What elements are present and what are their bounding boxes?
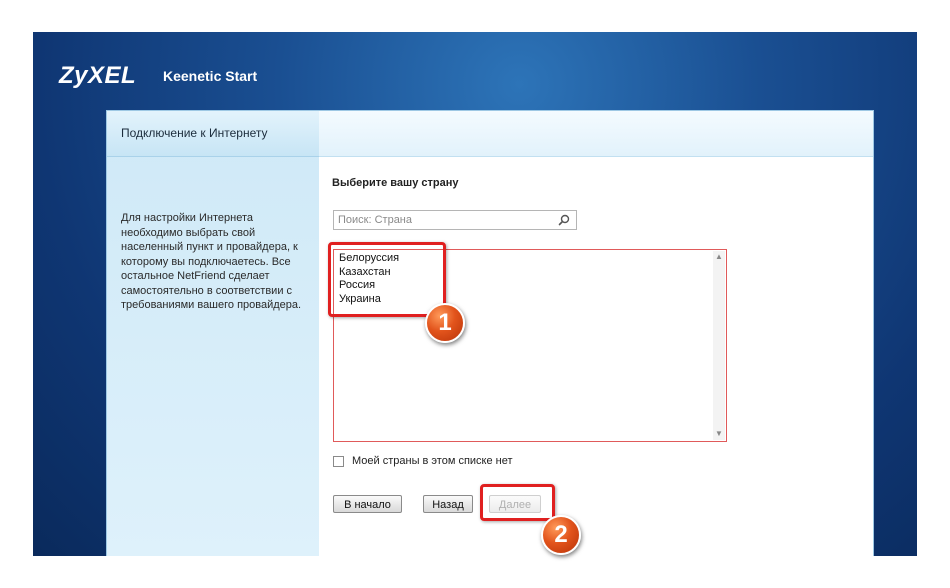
main-content: Выберите вашу страну Белоруссия Казахста… — [319, 157, 873, 556]
country-list-highlight — [328, 242, 446, 317]
sidebar-description: Для настройки Интернета необходимо выбра… — [121, 212, 302, 311]
step-marker-2: 2 — [541, 515, 581, 555]
country-missing-label[interactable]: Моей страны в этом списке нет — [352, 455, 513, 467]
start-button[interactable]: В начало — [333, 495, 402, 513]
product-name: Keenetic Start — [163, 68, 258, 84]
zyxel-logo: ZyXEL — [59, 62, 137, 89]
router-setup-window: ZyXEL Keenetic Start Подключение к Интер… — [33, 32, 917, 556]
country-missing-checkbox[interactable] — [333, 456, 344, 467]
scroll-down-arrow-icon[interactable]: ▼ — [713, 428, 725, 440]
country-search-field[interactable] — [333, 210, 577, 230]
next-button-highlight — [480, 484, 555, 521]
sidebar-tab-label: Подключение к Интернету — [121, 126, 268, 140]
country-search-input[interactable] — [338, 212, 548, 228]
step-marker-1: 1 — [425, 303, 465, 343]
back-button[interactable]: Назад — [423, 495, 473, 513]
sidebar-tab-internet[interactable]: Подключение к Интернету — [107, 111, 319, 157]
content-header-band — [319, 111, 873, 157]
scroll-up-arrow-icon[interactable]: ▲ — [713, 251, 725, 263]
sidebar: Подключение к Интернету Для настройки Ин… — [107, 111, 319, 556]
search-icon[interactable] — [558, 214, 570, 226]
list-scrollbar[interactable]: ▲ ▼ — [713, 251, 725, 440]
page-heading: Выберите вашу страну — [332, 177, 459, 189]
